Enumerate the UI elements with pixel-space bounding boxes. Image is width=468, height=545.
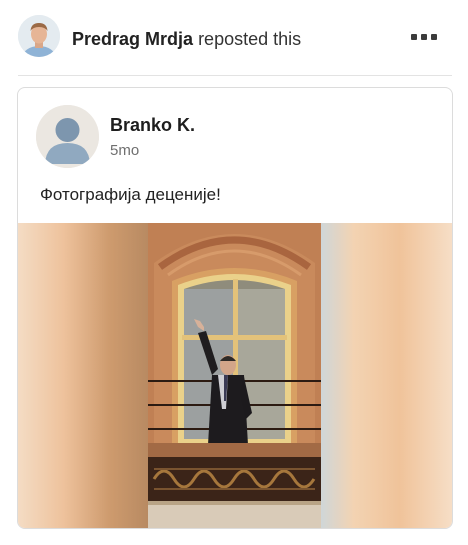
default-avatar-icon: [36, 105, 99, 168]
person-avatar-photo-icon: [18, 15, 60, 57]
post-text: Фотографија деценије!: [40, 185, 221, 204]
repost-header: Predrag Mrdja reposted this: [0, 0, 468, 77]
post-image[interactable]: [18, 223, 452, 528]
reposter-avatar[interactable]: [18, 15, 60, 57]
reposter-name[interactable]: Predrag Mrdja: [72, 29, 193, 49]
author-avatar[interactable]: [36, 105, 99, 168]
repost-action: reposted this: [198, 29, 302, 49]
more-options-button[interactable]: [408, 28, 440, 46]
repost-line: Predrag Mrdja reposted this: [72, 28, 301, 50]
image-blur-backdrop-right: [321, 223, 452, 528]
post-timestamp: 5mo: [110, 142, 140, 159]
photo-man-on-balcony-icon: [148, 223, 321, 528]
header-divider: [18, 75, 452, 76]
more-options-icon: [411, 34, 417, 40]
reposted-post-card[interactable]: Branko K. 5mo Фотографија деценије!: [17, 87, 453, 529]
post-author-name[interactable]: Branko K.: [110, 115, 195, 136]
image-blur-backdrop-left: [18, 223, 148, 528]
